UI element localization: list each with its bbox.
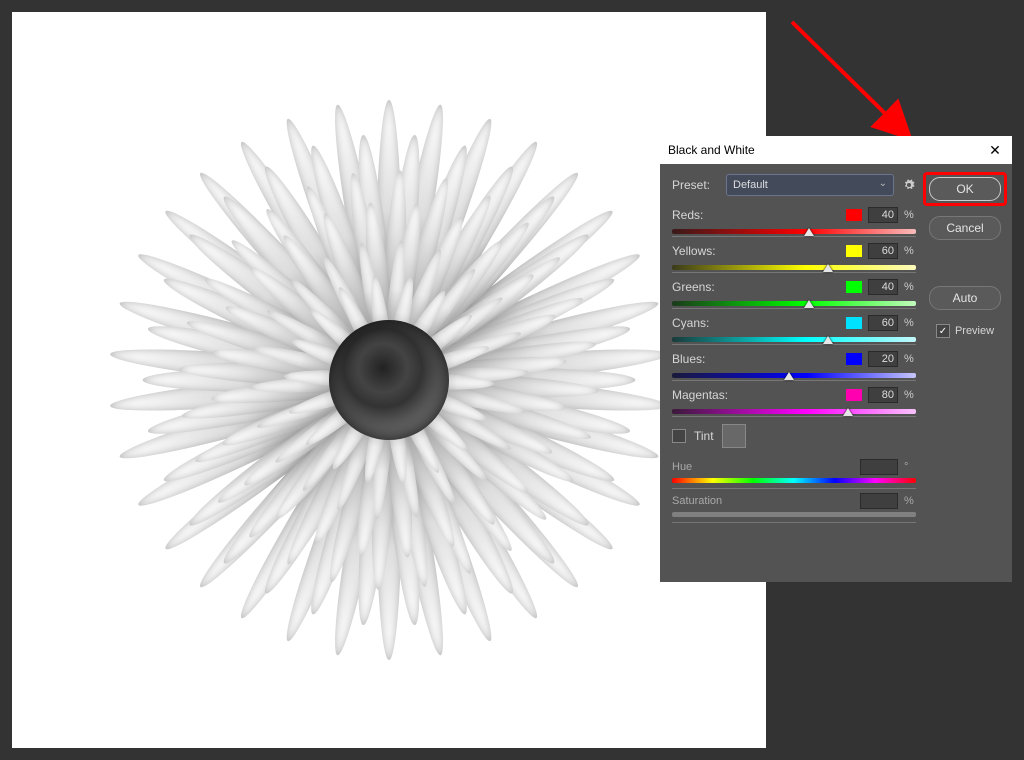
slider-value-input[interactable]: 80 [868, 387, 898, 403]
color-slider[interactable] [672, 298, 916, 308]
color-slider[interactable] [672, 262, 916, 272]
slider-value-input[interactable]: 60 [868, 315, 898, 331]
black-and-white-dialog: Black and White ✕ Preset: Default ⌄ Reds… [660, 136, 1012, 582]
dialog-titlebar[interactable]: Black and White ✕ [660, 136, 1012, 164]
preset-select[interactable]: Default ⌄ [726, 174, 894, 196]
tint-label: Tint [694, 429, 714, 443]
slider-value-input[interactable]: 60 [868, 243, 898, 259]
color-swatch [846, 209, 862, 221]
dialog-title: Black and White [668, 143, 986, 157]
ok-highlight-annotation: OK [923, 172, 1007, 206]
color-swatch [846, 389, 862, 401]
preset-label: Preset: [672, 178, 718, 192]
tint-checkbox[interactable] [672, 429, 686, 443]
saturation-slider[interactable] [672, 512, 916, 522]
slider-label: Blues: [672, 352, 840, 366]
percent-label: % [904, 353, 916, 365]
percent-label: % [904, 281, 916, 293]
percent-label: % [904, 317, 916, 329]
color-slider[interactable] [672, 334, 916, 344]
color-slider[interactable] [672, 406, 916, 416]
saturation-label: Saturation [672, 495, 854, 507]
percent-label: % [904, 245, 916, 257]
chevron-down-icon: ⌄ [879, 178, 887, 189]
gear-icon[interactable] [902, 178, 916, 192]
percent-label: % [904, 389, 916, 401]
percent-label: % [904, 209, 916, 221]
auto-button[interactable]: Auto [929, 286, 1001, 310]
slider-value-input[interactable]: 40 [868, 279, 898, 295]
slider-value-input[interactable]: 20 [868, 351, 898, 367]
saturation-unit: % [904, 495, 916, 507]
color-slider[interactable] [672, 370, 916, 380]
hue-input[interactable] [860, 459, 898, 475]
hue-label: Hue [672, 461, 854, 473]
color-swatch [846, 317, 862, 329]
preset-value: Default [733, 179, 768, 191]
slider-label: Greens: [672, 280, 840, 294]
slider-value-input[interactable]: 40 [868, 207, 898, 223]
tint-swatch[interactable] [722, 424, 746, 448]
preview-label: Preview [955, 325, 994, 337]
saturation-input[interactable] [860, 493, 898, 509]
slider-label: Yellows: [672, 244, 840, 258]
cancel-button[interactable]: Cancel [929, 216, 1001, 240]
color-swatch [846, 281, 862, 293]
slider-label: Magentas: [672, 388, 840, 402]
preview-checkbox[interactable]: ✓ [936, 324, 950, 338]
flower-image [69, 60, 709, 700]
color-swatch [846, 245, 862, 257]
color-swatch [846, 353, 862, 365]
slider-label: Reds: [672, 208, 840, 222]
color-slider[interactable] [672, 226, 916, 236]
close-icon[interactable]: ✕ [986, 141, 1004, 159]
canvas-document[interactable] [12, 12, 766, 748]
slider-label: Cyans: [672, 316, 840, 330]
hue-slider[interactable] [672, 478, 916, 488]
hue-unit: ° [904, 461, 916, 473]
ok-button[interactable]: OK [929, 177, 1001, 201]
